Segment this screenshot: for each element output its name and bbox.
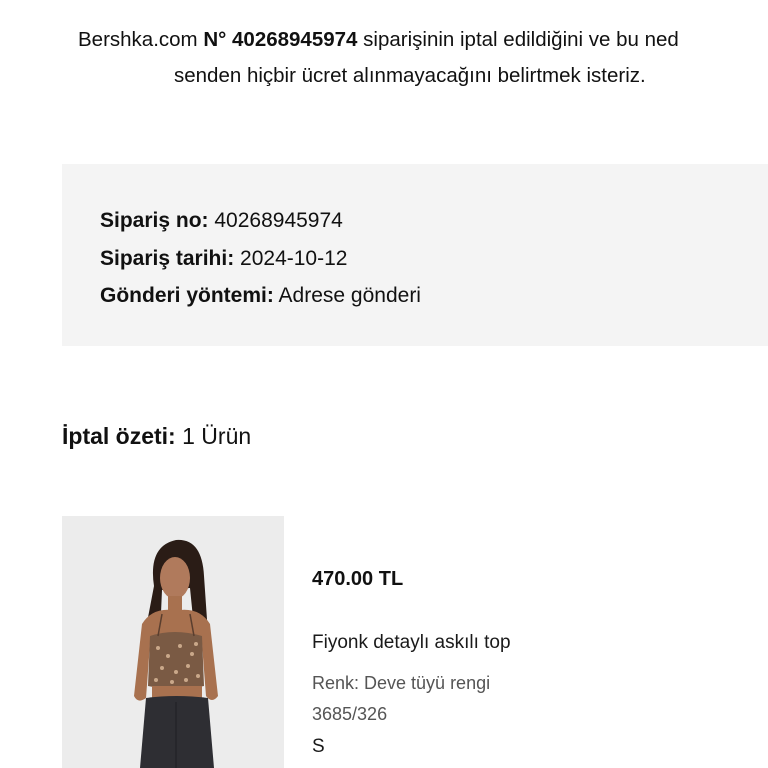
order-number-label: Sipariş no: [100, 209, 209, 232]
product-size: S [312, 736, 325, 757]
cancellation-summary-label: İptal özeti: [62, 423, 176, 449]
shipping-method-value: Adrese gönderi [278, 284, 421, 307]
order-date-value: 2024-10-12 [240, 246, 348, 270]
order-number-value: 40268945974 [214, 209, 343, 232]
order-info-box: Sipariş no: 40268945974 Sipariş tarihi: … [62, 164, 768, 346]
shipping-method-label: Gönderi yöntemi: [100, 284, 274, 307]
product-name: Fiyonk detaylı askılı top [312, 632, 511, 653]
cancellation-message-line-2: senden hiçbir ücret alınmayacağını belir… [174, 64, 646, 87]
product-image[interactable] [62, 516, 284, 768]
product-color: Renk: Deve tüyü rengi [312, 673, 491, 693]
brand-site-text: Bershka.com [78, 28, 204, 51]
order-date-row: Sipariş tarihi: 2024-10-12 [100, 240, 421, 278]
product-reference: 3685/326 [312, 704, 388, 724]
cancellation-text: siparişinin iptal edildiğini ve bu ned [357, 28, 679, 51]
order-number-row: Sipariş no: 40268945974 [100, 202, 421, 240]
cancellation-summary: İptal özeti: 1 Ürün [62, 419, 251, 453]
order-date-label: Sipariş tarihi: [100, 246, 235, 270]
cancellation-summary-count: 1 Ürün [182, 423, 252, 449]
cancellation-message: Bershka.com N° 40268945974 siparişinin i… [78, 22, 768, 87]
shipping-method-row: Gönderi yöntemi: Adrese gönderi [100, 277, 421, 315]
order-number-highlight: N° 40268945974 [203, 28, 358, 51]
cancellation-message-line-1: Bershka.com N° 40268945974 siparişinin i… [78, 22, 768, 58]
model-photo-illustration [62, 516, 284, 768]
product-price: 470.00 TL [312, 568, 404, 590]
